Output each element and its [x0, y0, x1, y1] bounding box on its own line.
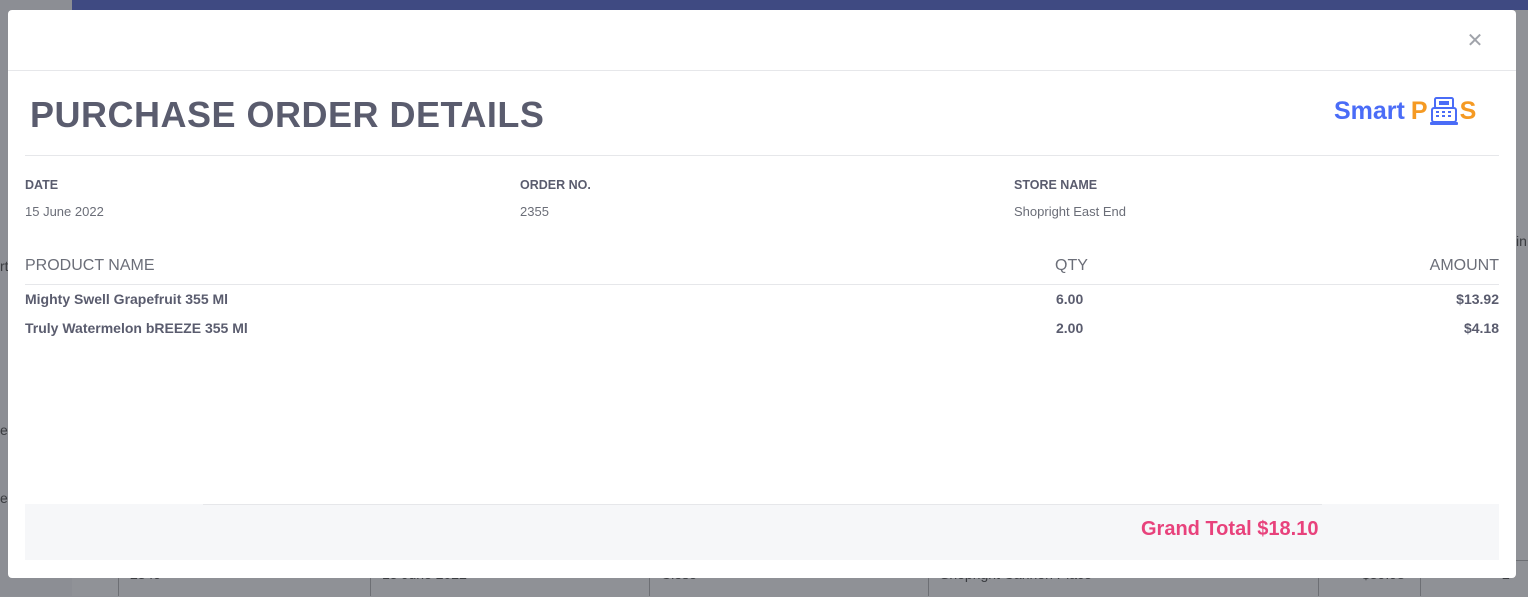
date-value: 15 June 2022: [25, 204, 104, 219]
order-number-label: ORDER NO.: [520, 178, 591, 192]
order-number-value: 2355: [520, 204, 549, 219]
logo-text-smart: Smart: [1334, 96, 1405, 125]
column-header-amount: AMOUNT: [1429, 257, 1499, 274]
column-header-product-name: PRODUCT NAME: [25, 257, 155, 274]
logo-text-s: S: [1459, 96, 1477, 125]
modal-header: [8, 10, 1516, 71]
date-label: DATE: [25, 178, 59, 192]
product-amount: $13.92: [1456, 291, 1499, 307]
store-name-value: Shopright East End: [1014, 204, 1127, 219]
product-qty: 2.00: [1056, 320, 1084, 336]
purchase-order-modal: ✕ PURCHASE ORDER DETAILS Smart P S DATE …: [8, 10, 1516, 578]
footer-divider: [203, 504, 1322, 505]
page-title: PURCHASE ORDER DETAILS: [30, 94, 545, 135]
product-qty: 6.00: [1056, 291, 1084, 307]
title-divider: [25, 155, 1499, 156]
smartpos-logo: Smart P S: [1334, 93, 1476, 129]
column-header-qty: QTY: [1055, 257, 1088, 274]
grand-total: Grand Total $18.10: [1141, 518, 1319, 540]
logo-text-p: P: [1410, 96, 1428, 125]
store-name-label: STORE NAME: [1014, 178, 1098, 192]
table-header-divider: [25, 284, 1499, 285]
background-text-fragment: in: [1516, 233, 1527, 249]
cash-register-icon: [1429, 97, 1458, 125]
product-amount: $4.18: [1463, 320, 1499, 336]
product-name: Mighty Swell Grapefruit 355 Ml: [25, 291, 229, 307]
product-name: Truly Watermelon bREEZE 355 Ml: [25, 320, 248, 336]
background-text-fragment: e: [0, 490, 8, 506]
close-icon[interactable]: ✕: [1462, 28, 1488, 54]
background-topbar: [72, 0, 1528, 10]
